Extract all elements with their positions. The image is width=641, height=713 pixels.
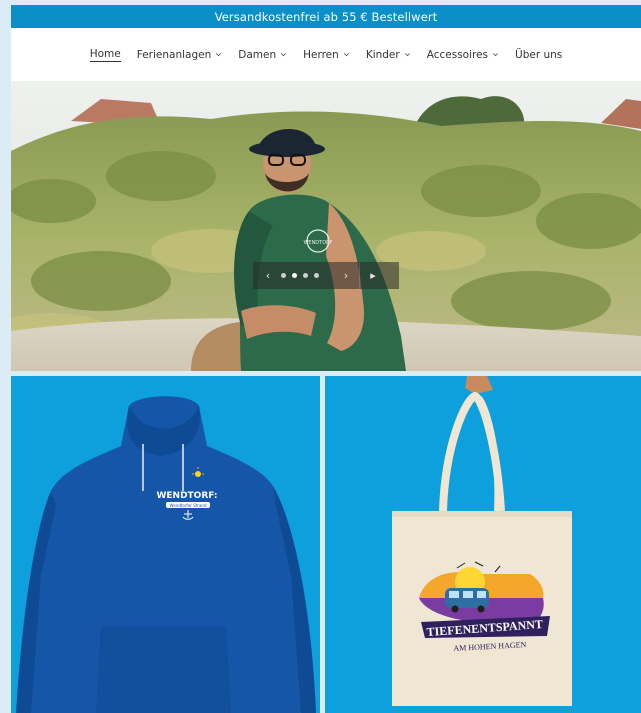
hoodie-print-title: WENDTORF: [156, 491, 217, 501]
bag-product-image: TIEFENENTSPANNT AM HOHEN HAGEN [325, 376, 641, 713]
slider-controls: ‹ › ▸ [253, 262, 399, 289]
nav-ueber-uns[interactable]: Über uns [515, 49, 562, 61]
product-card-bag[interactable]: TIEFENENTSPANNT AM HOHEN HAGEN [325, 376, 641, 713]
nav-damen-label: Damen [238, 48, 277, 61]
slider-dot-4[interactable] [314, 273, 319, 278]
hoodie-print-subtitle: Wendtorfer Strand [170, 503, 207, 508]
chevron-down-icon [343, 53, 349, 57]
chevron-down-icon [493, 53, 499, 57]
chevron-down-icon [281, 53, 287, 57]
nav-accessoires[interactable]: Accessoires [427, 49, 499, 61]
main-navigation: Home Ferienanlagen Damen Herren Kinder A… [11, 28, 641, 81]
nav-damen[interactable]: Damen [238, 49, 287, 61]
slider-next-icon[interactable]: › [339, 269, 353, 282]
nav-home[interactable]: Home [89, 47, 121, 62]
slider-dot-2[interactable] [292, 273, 297, 278]
hoodie-product-image: WENDTORF: Wendtorfer Strand [11, 376, 320, 713]
nav-accessoires-label: Accessoires [426, 48, 489, 61]
hero-image: WENDTORF [11, 81, 641, 371]
nav-kinder[interactable]: Kinder [366, 49, 411, 61]
nav-home-label: Home [89, 47, 121, 62]
nav-ueber-uns-label: Über uns [515, 48, 563, 61]
chevron-down-icon [404, 53, 410, 57]
slider-play-icon[interactable]: ▸ [366, 269, 380, 282]
slider-dot-3[interactable] [303, 273, 308, 278]
product-card-hoodie[interactable]: WENDTORF: Wendtorfer Strand [11, 376, 320, 713]
hero-slider[interactable]: WENDTORF [11, 81, 641, 371]
nav-ferienanlagen[interactable]: Ferienanlagen [137, 49, 223, 61]
slider-separator [359, 262, 360, 289]
slider-dot-1[interactable] [281, 273, 286, 278]
nav-herren-label: Herren [303, 48, 339, 61]
nav-kinder-label: Kinder [365, 48, 400, 61]
announcement-text: Versandkostenfrei ab 55 € Bestellwert [214, 9, 438, 24]
announcement-bar: Versandkostenfrei ab 55 € Bestellwert [11, 5, 641, 28]
nav-herren[interactable]: Herren [303, 49, 350, 61]
slider-prev-icon[interactable]: ‹ [261, 269, 275, 282]
nav-ferienanlagen-label: Ferienanlagen [136, 48, 212, 61]
chevron-down-icon [216, 53, 222, 57]
shirt-logo-text: WENDTORF [303, 240, 332, 246]
